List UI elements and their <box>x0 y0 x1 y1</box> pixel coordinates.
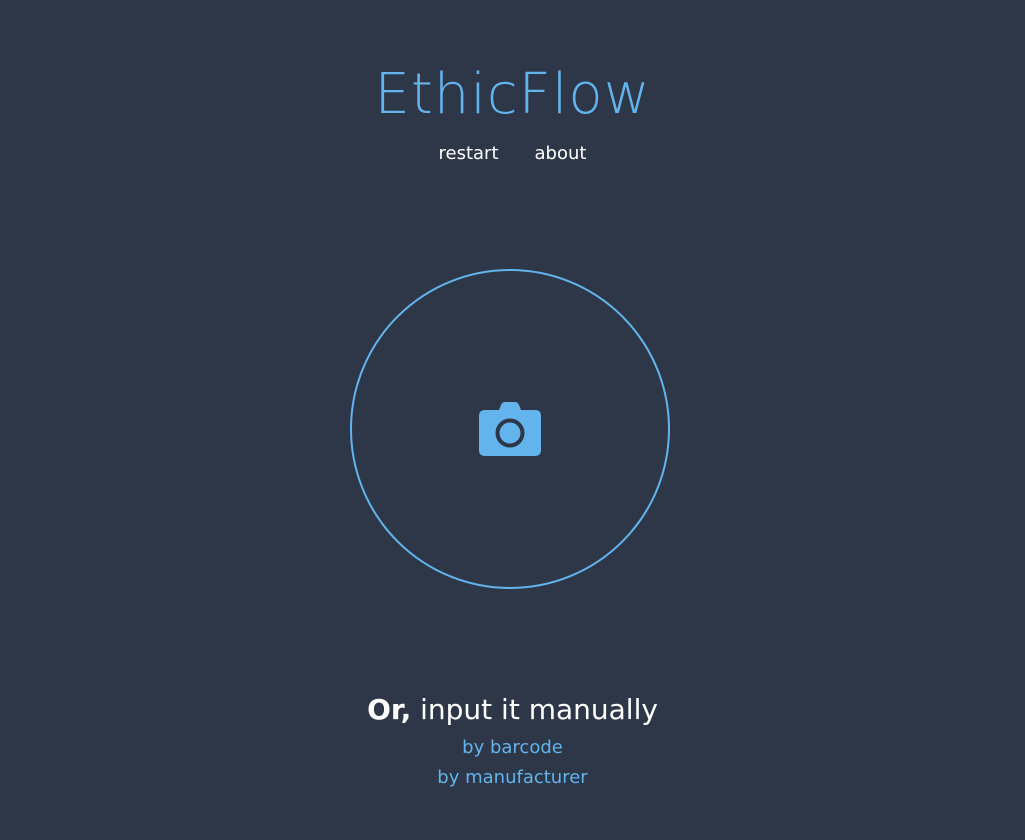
by-barcode-link[interactable]: by barcode <box>0 733 1025 763</box>
manual-input-section: Or, input it manually by barcode by manu… <box>0 690 1025 793</box>
camera-capture-button[interactable] <box>350 269 670 589</box>
top-nav: restart about <box>0 141 1025 167</box>
restart-link[interactable]: restart <box>439 141 499 167</box>
by-manufacturer-link[interactable]: by manufacturer <box>0 763 1025 793</box>
manual-heading-text: input it manually <box>411 693 658 726</box>
app-logo: EthicFlow <box>374 62 651 127</box>
manual-links: by barcode by manufacturer <box>0 733 1025 793</box>
manual-input-heading: Or, input it manually <box>0 690 1025 730</box>
camera-icon <box>479 402 541 456</box>
about-link[interactable]: about <box>535 141 587 167</box>
or-label: Or, <box>367 693 412 726</box>
